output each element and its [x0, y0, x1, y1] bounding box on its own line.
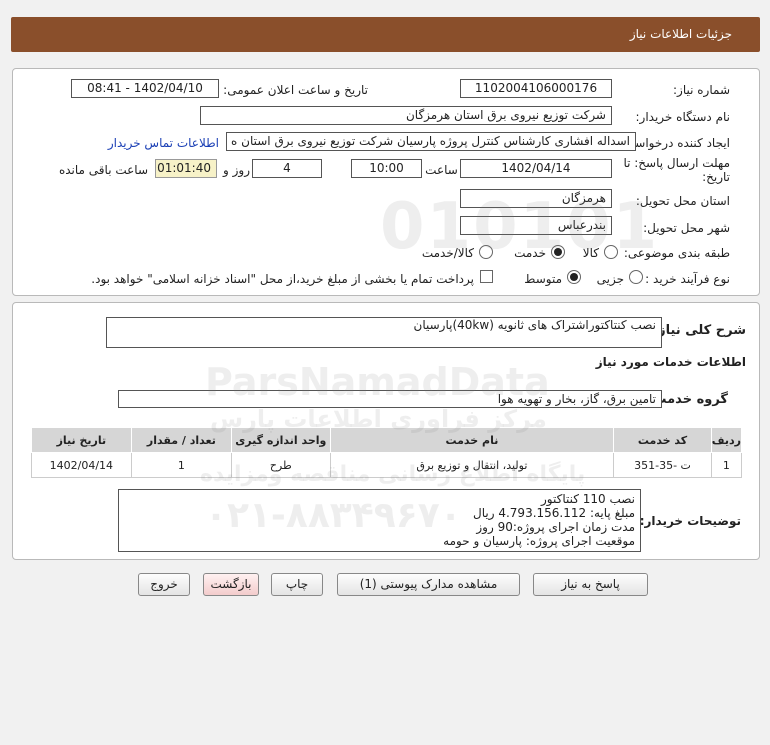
category-option-goods: کالا — [582, 246, 599, 260]
city-field: بندرعباس — [460, 216, 612, 235]
category-radio-service[interactable] — [551, 245, 565, 259]
deadline-time-field: 10:00 — [351, 159, 422, 178]
cell-name: تولید، انتقال و توزیع برق — [329, 452, 615, 478]
page-title: جزئیات اطلاعات نیاز — [629, 27, 732, 41]
detail-panel: شرح کلی نیاز: نصب کنتاکتوراشتراک های ثان… — [12, 302, 760, 560]
process-option-minor: جزیی — [596, 272, 624, 286]
creator-field: اسداله افشاری کارشناس کنترل پروژه پارسیا… — [226, 132, 636, 151]
cell-date: 1402/04/14 — [31, 452, 132, 478]
category-radio-both[interactable] — [479, 245, 493, 259]
announce-label: تاریخ و ساعت اعلان عمومی: — [223, 83, 368, 97]
page-header: جزئیات اطلاعات نیاز — [11, 17, 760, 52]
col-qty: تعداد / مقدار — [130, 427, 233, 453]
payment-note: پرداخت تمام یا بخشی از مبلغ خرید،از محل … — [91, 272, 474, 286]
need-number-field: 1102004106000176 — [460, 79, 612, 98]
col-date: تاریخ نیاز — [31, 427, 132, 453]
exit-button[interactable]: خروج — [138, 573, 190, 596]
col-code: کد خدمت — [613, 427, 712, 453]
province-label: استان محل تحویل: — [635, 194, 730, 208]
remaining-label: ساعت باقی مانده — [58, 163, 148, 177]
reply-button[interactable]: پاسخ به نیاز — [533, 573, 648, 596]
province-field: هرمزگان — [460, 189, 612, 208]
process-label: نوع فرآیند خرید : — [645, 272, 730, 286]
summary-field: نصب کنتاکتوراشتراک های ثانویه (40kw)پارس… — [106, 317, 662, 348]
deadline-date-field: 1402/04/14 — [460, 159, 612, 178]
cell-unit: طرح — [231, 452, 331, 478]
need-number-label: شماره نیاز: — [673, 83, 730, 97]
col-unit: واحد اندازه گیری — [231, 427, 331, 453]
info-panel: شماره نیاز: 1102004106000176 تاریخ و ساع… — [12, 68, 760, 296]
city-label: شهر محل تحویل: — [643, 221, 730, 235]
category-radio-goods[interactable] — [604, 245, 618, 259]
buyer-field: شرکت توزیع نیروی برق استان هرمزگان — [200, 106, 612, 125]
cell-code: ت -35-351 — [613, 452, 712, 478]
deadline-label: مهلت ارسال پاسخ: تا — [623, 156, 730, 170]
process-radio-minor[interactable] — [629, 270, 643, 284]
table-header-row: ردیف کد خدمت نام خدمت واحد اندازه گیری ت… — [31, 427, 743, 453]
category-label: طبقه بندی موضوعی: — [623, 246, 730, 260]
print-button[interactable]: چاپ — [271, 573, 323, 596]
deadline-time-label: ساعت — [425, 163, 458, 177]
category-option-service: خدمت — [514, 246, 546, 260]
table-row[interactable]: 1 ت -35-351 تولید، انتقال و توزیع برق طر… — [31, 452, 743, 478]
deadline-label-date: تاریخ: — [702, 170, 730, 184]
treasury-checkbox[interactable] — [480, 270, 493, 283]
col-name: نام خدمت — [329, 427, 615, 453]
announce-field: 1402/04/10 - 08:41 — [71, 79, 219, 98]
services-title: اطلاعات خدمات مورد نیاز — [595, 355, 746, 369]
view-attachments-button[interactable]: مشاهده مدارک پیوستی (1) — [337, 573, 520, 596]
buyer-desc-field: نصب 110 کنتاکتور مبلغ پایه: 4.793.156.11… — [118, 489, 641, 552]
creator-label: ایجاد کننده درخواست: — [619, 136, 730, 150]
cell-row: 1 — [710, 452, 743, 478]
cell-qty: 1 — [130, 452, 233, 478]
category-option-both: کالا/خدمت — [421, 246, 474, 260]
process-radio-medium[interactable] — [567, 270, 581, 284]
process-option-medium: متوسط — [524, 272, 562, 286]
days-label: روز و — [223, 163, 250, 177]
buyer-contact-link[interactable]: اطلاعات تماس خریدار — [108, 136, 219, 150]
service-group-field: تامین برق، گاز، بخار و تهویه هوا — [118, 390, 662, 408]
remaining-time-field: 01:01:40 — [155, 159, 217, 178]
buyer-label: نام دستگاه خریدار: — [635, 110, 731, 124]
services-table: ردیف کد خدمت نام خدمت واحد اندازه گیری ت… — [31, 427, 743, 478]
days-field: 4 — [252, 159, 322, 178]
back-button[interactable]: بازگشت — [203, 573, 259, 596]
summary-label: شرح کلی نیاز: — [652, 323, 746, 338]
col-row: ردیف — [710, 427, 743, 453]
buyer-desc-label: توضیحات خریدار: — [639, 514, 741, 528]
